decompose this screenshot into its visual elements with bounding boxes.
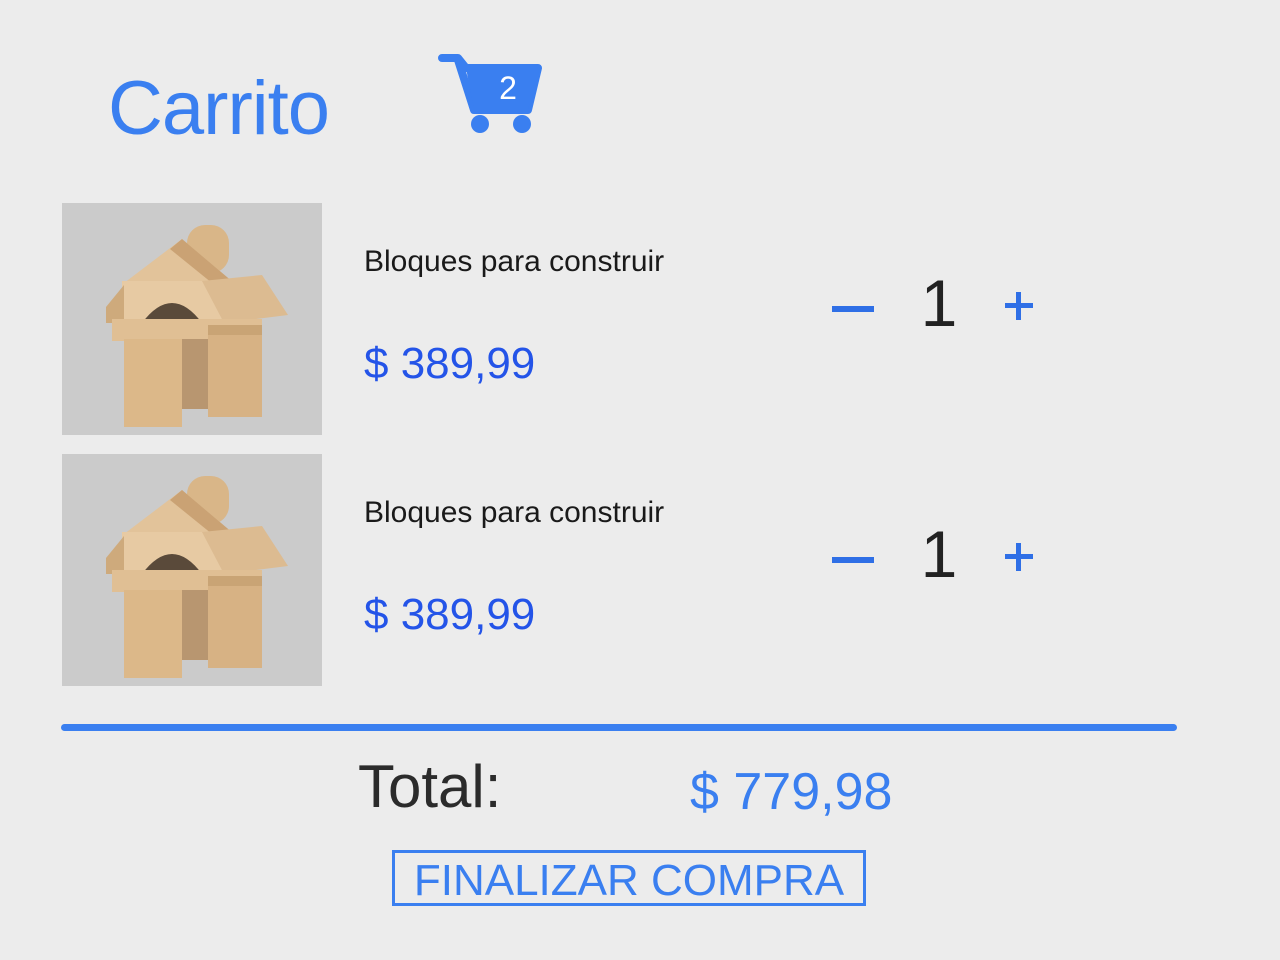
decrease-quantity-button[interactable] xyxy=(830,528,876,574)
total-label: Total: xyxy=(358,753,502,820)
product-name: Bloques para construir xyxy=(364,496,665,529)
cart-page: Carrito 2 Bloques para construir $ 389,9… xyxy=(0,0,1280,960)
product-price: $ 389,99 xyxy=(364,590,536,639)
quantity-value: 1 xyxy=(920,517,958,591)
increase-quantity-button[interactable] xyxy=(1002,540,1036,574)
checkout-button[interactable]: FINALIZAR COMPRA xyxy=(392,850,866,906)
wooden-blocks-house-image xyxy=(62,203,322,435)
product-name: Bloques para construir xyxy=(364,245,665,278)
product-image xyxy=(62,454,322,686)
cart-button[interactable]: 2 xyxy=(438,52,548,136)
product-image xyxy=(62,203,322,435)
product-price: $ 389,99 xyxy=(364,339,536,388)
summary-divider xyxy=(61,724,1177,731)
decrease-quantity-button[interactable] xyxy=(830,277,876,323)
quantity-value: 1 xyxy=(920,266,958,340)
page-title: Carrito xyxy=(108,66,330,151)
total-value: $ 779,98 xyxy=(690,763,893,821)
increase-quantity-button[interactable] xyxy=(1002,289,1036,323)
cart-count-badge: 2 xyxy=(499,70,517,106)
wooden-blocks-house-image xyxy=(62,454,322,686)
cart-item: Bloques para construir $ 389,99 1 xyxy=(62,203,1182,435)
cart-item: Bloques para construir $ 389,99 1 xyxy=(62,454,1182,686)
